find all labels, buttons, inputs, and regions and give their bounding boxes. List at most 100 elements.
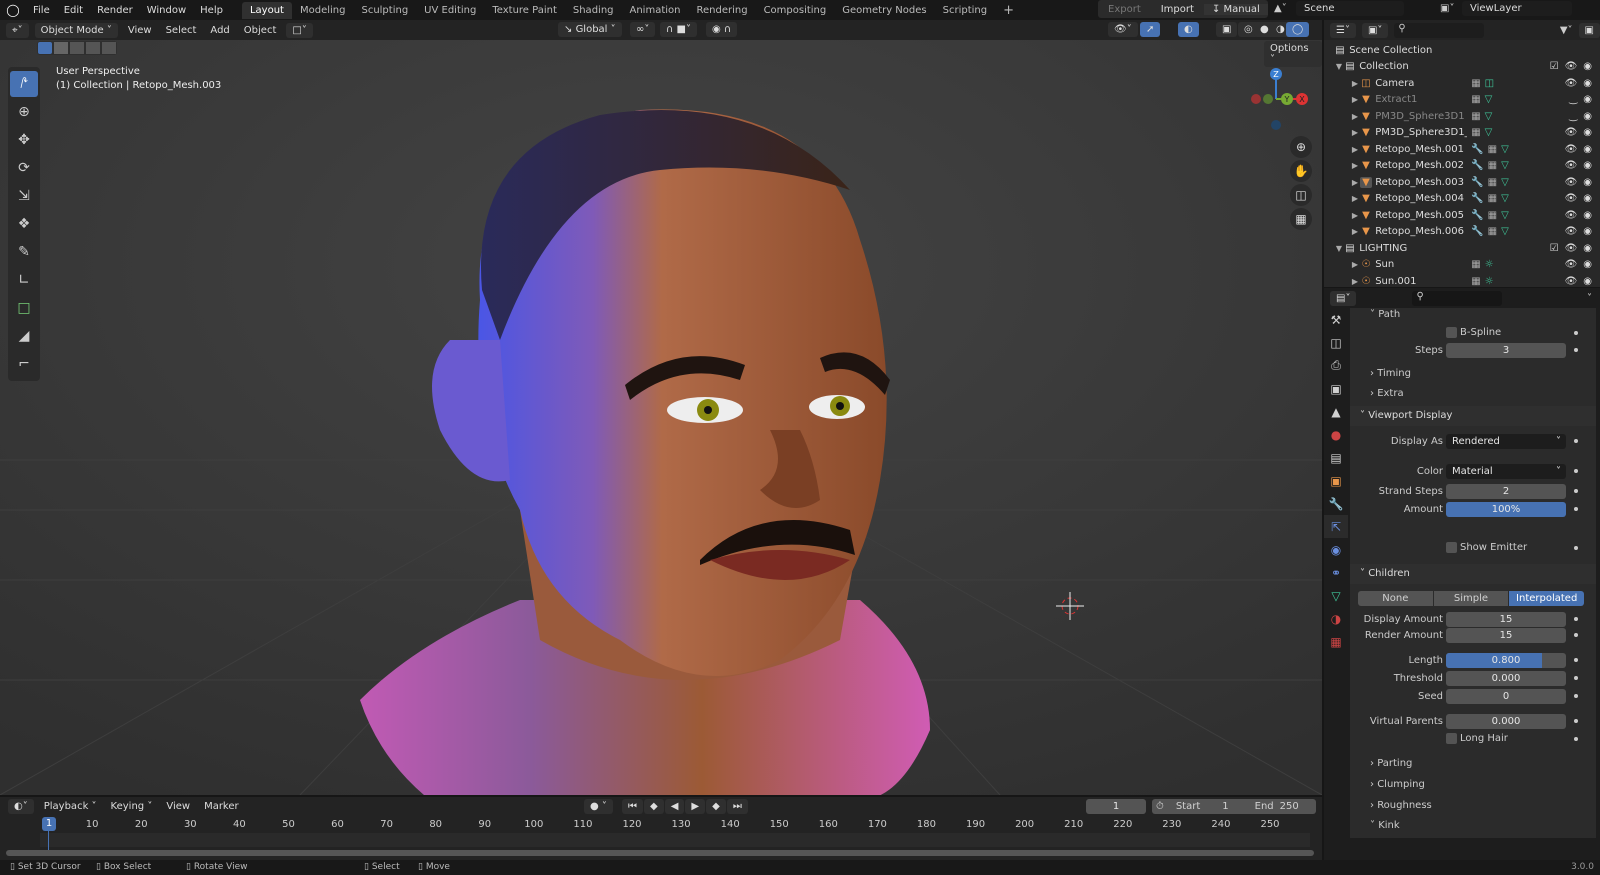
view-layer-selector[interactable]: ViewLayer xyxy=(1462,1,1572,16)
select-subtract-icon[interactable] xyxy=(70,42,84,54)
tab-layout[interactable]: Layout xyxy=(241,1,292,19)
outliner-item[interactable]: ▶ ▼ Retopo_Mesh.004 🔧 ▦ ▽ 👁 ◉ xyxy=(1334,191,1600,208)
timeline-scrollbar[interactable] xyxy=(6,850,1314,856)
eye-icon[interactable]: 👁 xyxy=(1565,78,1578,89)
render-camera-icon[interactable]: ◉ xyxy=(1583,226,1592,237)
children-mode-interpolated[interactable]: Interpolated xyxy=(1509,591,1585,606)
blender-logo-icon[interactable]: ◯ xyxy=(0,3,26,17)
outliner-search-input[interactable]: ⚲ xyxy=(1394,22,1485,38)
vertex-groups-icon[interactable]: ▦ xyxy=(1471,127,1480,138)
mode-selector[interactable]: Object Mode ˅ xyxy=(34,22,118,38)
bspline-checkbox[interactable] xyxy=(1446,327,1457,338)
steps-field[interactable]: 3 xyxy=(1446,343,1566,358)
expand-arrow-icon[interactable]: ▶ xyxy=(1350,95,1360,104)
expand-arrow-icon[interactable]: ▼ xyxy=(1334,62,1344,71)
move-tool-icon[interactable]: ✥ xyxy=(10,127,38,153)
clumping-subpanel[interactable]: › Clumping xyxy=(1370,779,1425,790)
children-mode-simple[interactable]: Simple xyxy=(1433,591,1509,606)
vertex-groups-icon[interactable]: ▦ xyxy=(1488,177,1497,188)
vertex-groups-icon[interactable]: ▦ xyxy=(1471,276,1480,287)
tab-texture-paint[interactable]: Texture Paint xyxy=(484,2,565,19)
eye-icon[interactable]: 👁 xyxy=(1565,127,1578,138)
outliner-item[interactable]: ▶ ◫ Camera ▦ ◫ 👁 ◉ xyxy=(1334,75,1600,92)
data-tab-icon[interactable]: ▽ xyxy=(1324,584,1348,607)
render-camera-icon[interactable]: ◉ xyxy=(1583,111,1592,122)
show-emitter-checkbox[interactable] xyxy=(1446,542,1457,553)
transform-orientation-selector[interactable]: ↘ Global ˅ xyxy=(558,22,622,37)
tab-sculpting[interactable]: Sculpting xyxy=(353,2,416,19)
vertex-groups-icon[interactable]: ▦ xyxy=(1471,111,1480,122)
vertex-groups-icon[interactable]: ▦ xyxy=(1488,193,1497,204)
tab-compositing[interactable]: Compositing xyxy=(756,2,835,19)
menu-edit[interactable]: Edit xyxy=(57,5,90,16)
camera-view-icon[interactable]: ◫ xyxy=(1290,184,1312,206)
tab-rendering[interactable]: Rendering xyxy=(688,2,755,19)
color-dropdown[interactable]: Material ˅ xyxy=(1446,464,1566,479)
viewport-display-panel-header[interactable]: ˅ Viewport Display xyxy=(1350,406,1596,426)
roughness-subpanel[interactable]: › Roughness xyxy=(1370,800,1432,811)
tab-geometry-nodes[interactable]: Geometry Nodes xyxy=(834,2,934,19)
mesh-data-icon[interactable]: ▽ xyxy=(1501,226,1509,237)
filter-view-icon[interactable]: ▣˅ xyxy=(1361,22,1389,38)
display-mode-icon[interactable]: ☰˅ xyxy=(1330,22,1356,38)
render-tab-icon[interactable]: ◫ xyxy=(1324,331,1348,354)
tab-modeling[interactable]: Modeling xyxy=(292,2,354,19)
xray-icon[interactable]: ▣ xyxy=(1216,22,1238,37)
perspective-grid-icon[interactable]: ▦ xyxy=(1290,208,1312,230)
vertex-groups-icon[interactable]: ▦ xyxy=(1488,210,1497,221)
timing-subpanel[interactable]: › Timing xyxy=(1370,368,1411,379)
mesh-data-icon[interactable]: ▽ xyxy=(1501,193,1509,204)
modifier-wrench-icon[interactable]: 🔧 xyxy=(1471,193,1483,204)
editor-type-icon[interactable]: ⌖˅ xyxy=(6,22,29,38)
particles-tab-icon[interactable]: ⇱ xyxy=(1324,515,1348,538)
render-camera-icon[interactable]: ◉ xyxy=(1583,78,1592,89)
eye-closed-icon[interactable]: ‿ xyxy=(1569,94,1577,105)
new-collection-icon[interactable]: ▣ xyxy=(1578,22,1600,38)
constraints-tab-icon[interactable]: ⚭ xyxy=(1324,561,1348,584)
eye-icon[interactable]: 👁 xyxy=(1565,61,1578,72)
shading-rendered-icon[interactable]: ◯ xyxy=(1286,22,1310,37)
select-extend-icon[interactable] xyxy=(54,42,68,54)
outliner-item[interactable]: ▶ ▼ Retopo_Mesh.003 🔧 ▦ ▽ 👁 ◉ xyxy=(1334,174,1600,191)
cursor-tool-icon[interactable]: ⊕ xyxy=(10,99,38,125)
light-data-icon[interactable]: ☼ xyxy=(1485,276,1494,287)
view-layer-icon[interactable]: ▣˅ xyxy=(1440,3,1454,14)
eye-icon[interactable]: 👁 xyxy=(1565,276,1578,287)
eye-icon[interactable]: 👁 xyxy=(1565,177,1578,188)
menu-file[interactable]: File xyxy=(26,5,57,16)
render-camera-icon[interactable]: ◉ xyxy=(1583,127,1592,138)
eye-icon[interactable]: 👁 xyxy=(1565,210,1578,221)
collection-row[interactable]: ▼ ▤ LIGHTING ☑ 👁 ◉ xyxy=(1334,240,1600,257)
render-camera-icon[interactable]: ◉ xyxy=(1583,276,1592,287)
output-tab-icon[interactable]: ⎙ xyxy=(1324,354,1348,377)
export-button[interactable]: Export xyxy=(1098,4,1151,15)
expand-arrow-icon[interactable]: ▶ xyxy=(1350,112,1360,121)
render-camera-icon[interactable]: ◉ xyxy=(1583,243,1592,254)
vertex-groups-icon[interactable]: ▦ xyxy=(1488,226,1497,237)
modifier-wrench-icon[interactable]: 🔧 xyxy=(1471,144,1483,155)
menu-help[interactable]: Help xyxy=(193,5,230,16)
render-camera-icon[interactable]: ◉ xyxy=(1583,210,1592,221)
visibility-icon[interactable]: 👁˅ xyxy=(1108,22,1138,37)
menu-object[interactable]: Object xyxy=(240,25,281,36)
menu-add[interactable]: Add xyxy=(206,25,233,36)
select-invert-icon[interactable] xyxy=(86,42,100,54)
vertex-groups-icon[interactable]: ▦ xyxy=(1471,259,1480,270)
eye-icon[interactable]: 👁 xyxy=(1565,144,1578,155)
3d-viewport[interactable]: ⌖˅ Object Mode ˅ View Select Add Object … xyxy=(0,20,1322,795)
select-box-tool-icon[interactable]: ⭚ xyxy=(10,71,38,97)
virtual-parents-field[interactable]: 0.000 xyxy=(1446,714,1566,729)
vertex-groups-icon[interactable]: ▦ xyxy=(1488,144,1497,155)
material-tab-icon[interactable]: ◑ xyxy=(1324,607,1348,630)
tab-shading[interactable]: Shading xyxy=(565,2,622,19)
expand-arrow-icon[interactable]: ▶ xyxy=(1350,79,1360,88)
eye-icon[interactable]: 👁 xyxy=(1565,259,1578,270)
properties-editor-type-icon[interactable]: ▤˅ xyxy=(1330,290,1357,306)
render-amount-field[interactable]: 15 xyxy=(1446,628,1566,643)
mesh-data-icon[interactable]: ▽ xyxy=(1501,144,1509,155)
collection-tab-icon[interactable]: ▤ xyxy=(1324,446,1348,469)
transform-tool-icon[interactable]: ❖ xyxy=(10,211,38,237)
overlays-toggle-icon[interactable]: ◐ xyxy=(1178,22,1199,37)
object-tab-icon[interactable]: ▣ xyxy=(1324,469,1348,492)
modifier-wrench-icon[interactable]: 🔧 xyxy=(1471,210,1483,221)
